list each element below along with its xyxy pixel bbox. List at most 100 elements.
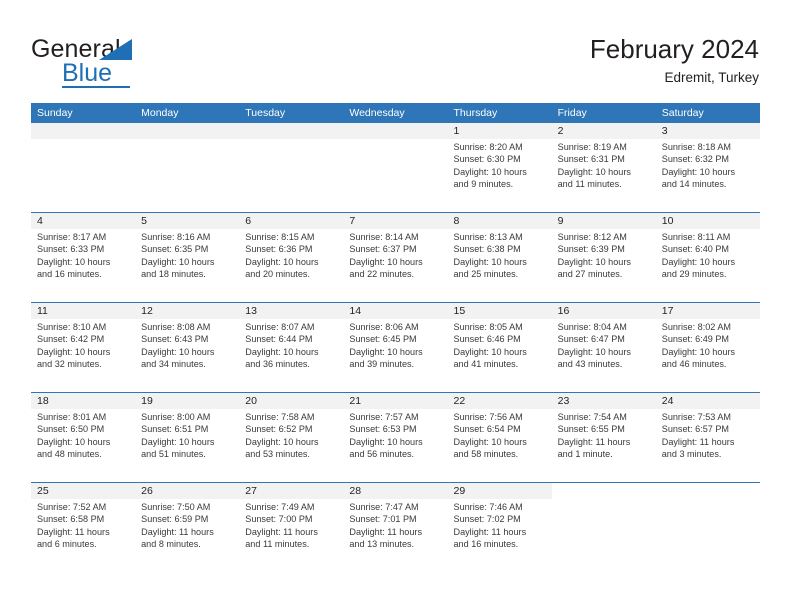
- calendar-week-row: 1 Sunrise: 8:20 AM Sunset: 6:30 PM Daylight…: [31, 123, 760, 212]
- day-number: 25: [37, 485, 49, 497]
- sunset-text: Sunset: 6:36 PM: [245, 244, 313, 255]
- day-details: Sunrise: 8:06 AM Sunset: 6:45 PM Daylight:…: [343, 319, 447, 370]
- weekday-header-saturday: Saturday: [661, 107, 704, 119]
- day-number: 14: [349, 305, 362, 317]
- daylight-text-line1: Daylight: 10 hours: [453, 436, 527, 447]
- day-number-band: 8: [447, 213, 552, 229]
- day-number: 10: [661, 215, 674, 227]
- calendar-day-cell[interactable]: 25 Sunrise: 7:52 AM Sunset: 6:58 PM Dayligh…: [31, 483, 136, 572]
- sunrise-text: Sunrise: 7:58 AM: [245, 412, 315, 422]
- sunrise-text: Sunrise: 8:08 AM: [141, 322, 211, 332]
- day-number-band: 4: [31, 213, 136, 229]
- day-number: 26: [141, 485, 153, 497]
- sunrise-text: Sunrise: 8:15 AM: [245, 232, 315, 242]
- sunrise-text: Sunrise: 8:12 AM: [557, 232, 627, 242]
- day-number: 11: [37, 305, 48, 317]
- daylight-text-line1: Daylight: 11 hours: [349, 526, 422, 537]
- daylight-text-line1: Daylight: 10 hours: [349, 346, 423, 357]
- sunrise-text: Sunrise: 7:47 AM: [349, 502, 419, 512]
- sunset-text: Sunset: 6:58 PM: [37, 514, 105, 525]
- calendar-day-cell[interactable]: 14 Sunrise: 8:06 AM Sunset: 6:45 PM Dayligh…: [343, 303, 448, 392]
- calendar-day-cell[interactable]: 10 Sunrise: 8:11 AM Sunset: 6:40 PM Dayligh…: [655, 213, 760, 302]
- calendar-day-cell[interactable]: 29 Sunrise: 7:46 AM Sunset: 7:02 PM Dayligh…: [447, 483, 552, 572]
- sunset-text: Sunset: 6:31 PM: [557, 154, 625, 165]
- day-number-band: [135, 123, 240, 139]
- sunrise-text: Sunrise: 7:52 AM: [37, 502, 107, 512]
- daylight-text-line2: and 16 minutes.: [453, 539, 519, 550]
- daylight-text-line2: and 27 minutes.: [557, 269, 623, 280]
- sunrise-text: Sunrise: 7:57 AM: [349, 412, 419, 422]
- calendar-week-row: 25 Sunrise: 7:52 AM Sunset: 6:58 PM Dayligh…: [31, 482, 760, 572]
- sunrise-text: Sunrise: 8:01 AM: [37, 412, 107, 422]
- day-number: 24: [661, 395, 674, 407]
- calendar-day-cell[interactable]: 19 Sunrise: 8:00 AM Sunset: 6:51 PM Dayligh…: [135, 393, 240, 482]
- day-number-band: [343, 123, 448, 139]
- day-details: Sunrise: 8:14 AM Sunset: 6:37 PM Daylight:…: [343, 229, 447, 280]
- calendar-day-cell[interactable]: 17 Sunrise: 8:02 AM Sunset: 6:49 PM Dayligh…: [655, 303, 760, 392]
- calendar-day-cell[interactable]: 11 Sunrise: 8:10 AM Sunset: 6:42 PM Dayligh…: [31, 303, 136, 392]
- calendar-day-cell[interactable]: 18 Sunrise: 8:01 AM Sunset: 6:50 PM Dayligh…: [31, 393, 136, 482]
- day-details: Sunrise: 8:20 AM Sunset: 6:30 PM Daylight:…: [448, 139, 552, 190]
- calendar-day-cell[interactable]: 23 Sunrise: 7:54 AM Sunset: 6:55 PM Dayligh…: [551, 393, 656, 482]
- sunset-text: Sunset: 6:37 PM: [349, 244, 417, 255]
- weekday-header-wednesday: Wednesday: [349, 107, 405, 119]
- day-number: 27: [245, 485, 257, 497]
- calendar-day-cell[interactable]: 27 Sunrise: 7:49 AM Sunset: 7:00 PM Dayligh…: [239, 483, 344, 572]
- calendar-day-cell[interactable]: 4 Sunrise: 8:17 AM Sunset: 6:33 PM Daylight…: [31, 213, 136, 302]
- calendar-day-cell[interactable]: 7 Sunrise: 8:14 AM Sunset: 6:37 PM Daylight…: [343, 213, 448, 302]
- day-details: Sunrise: 7:52 AM Sunset: 6:58 PM Daylight:…: [31, 499, 135, 550]
- calendar-day-cell[interactable]: 16 Sunrise: 8:04 AM Sunset: 6:47 PM Dayligh…: [551, 303, 656, 392]
- day-number: 20: [245, 395, 257, 407]
- general-blue-logo[interactable]: General Blue: [31, 36, 241, 90]
- day-number-band: 12: [135, 303, 240, 319]
- daylight-text-line2: and 22 minutes.: [349, 269, 415, 280]
- calendar-day-cell[interactable]: 2 Sunrise: 8:19 AM Sunset: 6:31 PM Daylight…: [551, 123, 656, 212]
- day-number-band: 23: [551, 393, 656, 409]
- day-details: Sunrise: 7:56 AM Sunset: 6:54 PM Daylight:…: [448, 409, 552, 460]
- calendar-day-cell[interactable]: 15 Sunrise: 8:05 AM Sunset: 6:46 PM Dayligh…: [447, 303, 552, 392]
- day-details: Sunrise: 7:58 AM Sunset: 6:52 PM Daylight:…: [239, 409, 343, 460]
- calendar-day-cell[interactable]: 3 Sunrise: 8:18 AM Sunset: 6:32 PM Daylight…: [655, 123, 760, 212]
- day-details: Sunrise: 8:16 AM Sunset: 6:35 PM Daylight:…: [135, 229, 239, 280]
- day-details: Sunrise: 7:46 AM Sunset: 7:02 PM Daylight:…: [448, 499, 552, 550]
- calendar-grid: Sunday Monday Tuesday Wednesday Thursday Frid…: [31, 103, 760, 572]
- daylight-text-line1: Daylight: 10 hours: [453, 166, 527, 177]
- day-number: 12: [141, 305, 153, 317]
- calendar-day-cell[interactable]: 8 Sunrise: 8:13 AM Sunset: 6:38 PM Daylight…: [447, 213, 552, 302]
- day-number: 8: [453, 215, 460, 227]
- calendar-day-cell[interactable]: 1 Sunrise: 8:20 AM Sunset: 6:30 PM Daylight…: [447, 123, 552, 212]
- calendar-day-cell[interactable]: 26 Sunrise: 7:50 AM Sunset: 6:59 PM Dayligh…: [135, 483, 240, 572]
- day-number-band: 25: [31, 483, 136, 499]
- sunrise-text: Sunrise: 7:53 AM: [661, 412, 732, 422]
- daylight-text-line1: Daylight: 10 hours: [141, 436, 215, 447]
- calendar-day-cell[interactable]: 28 Sunrise: 7:47 AM Sunset: 7:01 PM Dayligh…: [343, 483, 448, 572]
- day-details: Sunrise: 8:12 AM Sunset: 6:39 PM Daylight:…: [552, 229, 656, 280]
- calendar-day-cell[interactable]: 12 Sunrise: 8:08 AM Sunset: 6:43 PM Dayligh…: [135, 303, 240, 392]
- day-number-band: 2: [551, 123, 656, 139]
- daylight-text-line2: and 14 minutes.: [661, 179, 727, 190]
- calendar-day-cell[interactable]: 22 Sunrise: 7:56 AM Sunset: 6:54 PM Dayligh…: [447, 393, 552, 482]
- calendar-day-cell[interactable]: 9 Sunrise: 8:12 AM Sunset: 6:39 PM Daylight…: [551, 213, 656, 302]
- sunset-text: Sunset: 6:51 PM: [141, 424, 209, 435]
- calendar-day-cell-empty: [551, 483, 656, 572]
- sunset-text: Sunset: 6:42 PM: [37, 334, 105, 345]
- day-number: 7: [349, 215, 356, 227]
- calendar-day-cell[interactable]: 5 Sunrise: 8:16 AM Sunset: 6:35 PM Daylight…: [135, 213, 240, 302]
- page-subtitle: Edremit, Turkey: [664, 70, 759, 85]
- calendar-day-cell[interactable]: 24 Sunrise: 7:53 AM Sunset: 6:57 PM Dayligh…: [655, 393, 760, 482]
- calendar-day-cell[interactable]: 21 Sunrise: 7:57 AM Sunset: 6:53 PM Dayligh…: [343, 393, 448, 482]
- day-details: Sunrise: 7:49 AM Sunset: 7:00 PM Daylight:…: [239, 499, 343, 550]
- day-details: Sunrise: 8:13 AM Sunset: 6:38 PM Daylight:…: [448, 229, 552, 280]
- daylight-text-line2: and 11 minutes.: [245, 539, 310, 550]
- calendar-day-cell[interactable]: 20 Sunrise: 7:58 AM Sunset: 6:52 PM Dayligh…: [239, 393, 344, 482]
- day-number: 15: [453, 305, 466, 317]
- daylight-text-line2: and 8 minutes.: [141, 539, 201, 550]
- daylight-text-line2: and 18 minutes.: [141, 269, 206, 280]
- day-number-band: 16: [551, 303, 656, 319]
- calendar-day-cell[interactable]: 13 Sunrise: 8:07 AM Sunset: 6:44 PM Dayligh…: [239, 303, 344, 392]
- daylight-text-line1: Daylight: 11 hours: [661, 436, 735, 447]
- calendar-day-cell[interactable]: 6 Sunrise: 8:15 AM Sunset: 6:36 PM Daylight…: [239, 213, 344, 302]
- daylight-text-line2: and 6 minutes.: [37, 539, 97, 550]
- day-number: 6: [245, 215, 252, 227]
- day-number: 17: [661, 305, 674, 317]
